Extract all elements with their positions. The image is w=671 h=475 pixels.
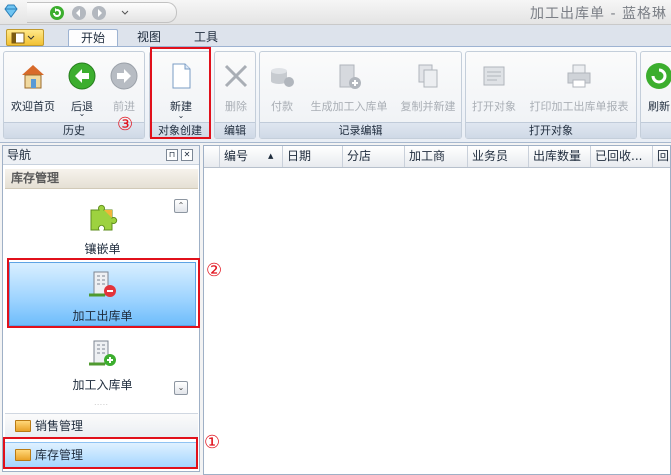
folder-icon — [15, 420, 31, 432]
scroll-up-button[interactable]: ⌃ — [174, 199, 188, 213]
nav-title: 导航 — [7, 148, 32, 162]
forward-icon[interactable] — [91, 5, 107, 21]
column-header-id[interactable]: 编号 ▲ — [220, 146, 283, 167]
group-open-object: 打开对象 打印加工出库单报表 打开对象 — [465, 51, 637, 139]
delete-x-icon — [224, 64, 248, 88]
grid-header: 编号 ▲ 日期 分店 加工商 业务员 出库数量 已回收... 回 — [204, 146, 670, 168]
copy-and-new-button[interactable]: 复制并新建 — [396, 57, 460, 117]
copy-document-icon — [418, 64, 438, 88]
refresh-icon[interactable] — [49, 5, 65, 21]
column-header-date[interactable]: 日期 — [283, 146, 343, 167]
tab-view[interactable]: 视图 — [126, 29, 172, 47]
data-grid: 编号 ▲ 日期 分店 加工商 业务员 出库数量 已回收... 回 — [203, 145, 671, 475]
column-header-branch[interactable]: 分店 — [343, 146, 405, 167]
pane-splitter[interactable]: ····· — [5, 403, 198, 410]
open-object-button[interactable]: 打开对象 — [468, 57, 520, 117]
tab-tools[interactable]: 工具 — [180, 29, 232, 47]
group-caption: 编辑 — [215, 122, 255, 138]
customize-qat-icon[interactable] — [117, 5, 133, 21]
row-selector-header[interactable] — [204, 146, 220, 167]
open-object-icon — [483, 66, 505, 86]
payment-button[interactable]: 付款 — [262, 57, 302, 117]
tab-start[interactable]: 开始 — [68, 29, 118, 47]
diamond-app-icon[interactable] — [3, 3, 19, 19]
nav-item-inlay[interactable]: 镶嵌单 — [9, 196, 196, 260]
refresh-button[interactable]: 刷新 — [641, 57, 671, 117]
forward-arrow-icon — [110, 62, 138, 90]
print-report-button[interactable]: 打印加工出库单报表 — [522, 57, 636, 117]
group-caption: 记录编辑 — [260, 122, 461, 138]
close-icon[interactable]: ✕ — [181, 149, 193, 161]
column-header-outbound-qty[interactable]: 出库数量 — [529, 146, 591, 167]
back-arrow-icon — [68, 62, 96, 90]
scroll-down-button[interactable]: ⌄ — [174, 381, 188, 395]
group-edit: 删除 编辑 — [214, 51, 256, 139]
group-refresh: 刷新 — [640, 51, 671, 139]
puzzle-icon — [90, 204, 117, 231]
house-icon — [22, 65, 44, 89]
nav-section-header: 库存管理 — [5, 169, 198, 189]
forward-button[interactable]: 前进 — [104, 57, 144, 117]
ribbon-tab-bar: 开始 视图 工具 — [0, 25, 671, 47]
column-header-truncated[interactable]: 回 — [653, 146, 670, 167]
window-title: 加工出库单 - 蓝格琳 — [530, 6, 667, 22]
nav-header: 导航 ⊓ ✕ — [3, 146, 199, 165]
back-button[interactable]: 后退 ⌄ — [60, 57, 104, 118]
callout-number-2: ② — [206, 260, 223, 281]
chevron-down-icon: ⌄ — [78, 109, 86, 118]
callout-box-inventory — [3, 437, 198, 469]
delete-button[interactable]: 删除 — [217, 57, 255, 117]
group-record-edit: 付款 生成加工入库单 复制并新建 记录编辑 — [259, 51, 462, 139]
back-icon[interactable] — [71, 5, 87, 21]
callout-number-1: ① — [204, 432, 221, 453]
ribbon: 欢迎首页 后退 ⌄ 前进 历史 新建 ⌄ 对象创建 删除 编辑 付款 生成加工入… — [0, 46, 671, 143]
callout-box-outbound — [7, 258, 200, 328]
refresh-icon — [646, 63, 671, 89]
coins-icon — [271, 68, 294, 87]
callout-number-3: ③ — [117, 114, 134, 135]
quick-access-toolbar — [27, 2, 177, 23]
title-bar: 加工出库单 - 蓝格琳 — [0, 0, 671, 25]
building-plus-icon — [88, 340, 116, 366]
callout-box-new — [150, 47, 211, 139]
nav-bar-sales[interactable]: 销售管理 — [5, 413, 198, 438]
nav-item-processing-inbound[interactable]: 加工入库单 — [9, 332, 196, 396]
group-caption — [641, 122, 671, 138]
printer-icon — [567, 64, 591, 88]
sort-ascending-icon: ▲ — [268, 152, 274, 160]
column-header-processor[interactable]: 加工商 — [405, 146, 468, 167]
pin-icon[interactable]: ⊓ — [166, 149, 178, 161]
column-header-recovered[interactable]: 已回收... — [591, 146, 653, 167]
column-header-salesperson[interactable]: 业务员 — [468, 146, 529, 167]
home-button[interactable]: 欢迎首页 — [6, 57, 60, 117]
menu-icon — [11, 32, 35, 44]
application-menu-button[interactable] — [6, 29, 44, 46]
building-plus-icon — [339, 64, 361, 89]
generate-inbound-button[interactable]: 生成加工入库单 — [304, 57, 394, 117]
group-caption: 打开对象 — [466, 122, 636, 138]
